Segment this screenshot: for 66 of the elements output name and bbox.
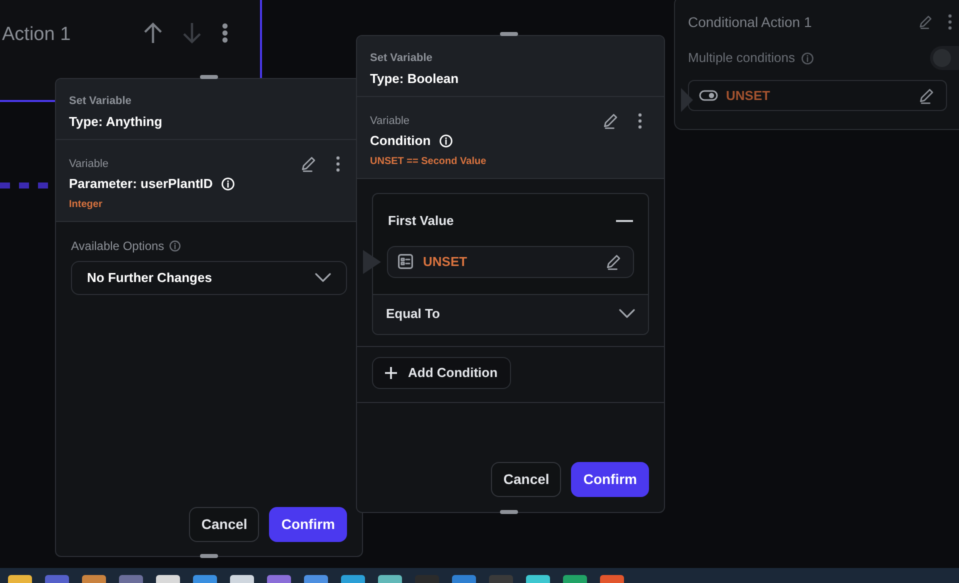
condition-value: UNSET	[726, 86, 770, 105]
taskbar-app-icon[interactable]	[378, 575, 402, 583]
taskbar-app-icon[interactable]	[600, 575, 624, 583]
first-value-field[interactable]: UNSET	[387, 246, 634, 278]
toggle-switch[interactable]	[930, 46, 959, 70]
operator-dropdown[interactable]: Equal To	[373, 294, 648, 334]
options-label: Available Options	[71, 238, 164, 255]
info-icon	[800, 52, 814, 64]
drag-handle[interactable]	[500, 510, 518, 514]
add-condition-button[interactable]: Add Condition	[372, 356, 511, 388]
more-icon[interactable]	[948, 14, 952, 30]
toggle-icon	[699, 90, 718, 101]
variable-name: Condition	[370, 132, 431, 150]
panel-heading: Set Variable	[370, 51, 432, 66]
multiple-conditions-label: Multiple conditions	[688, 49, 795, 68]
first-value-label: First Value	[388, 212, 454, 230]
taskbar-app-icon[interactable]	[45, 575, 69, 583]
taskbar-app-icon[interactable]	[119, 575, 143, 583]
drag-handle[interactable]	[200, 554, 218, 558]
panel-type: Type: Anything	[69, 112, 162, 131]
cancel-button[interactable]: Cancel	[491, 462, 562, 497]
edit-icon[interactable]	[605, 252, 623, 270]
edit-icon[interactable]	[300, 155, 318, 173]
node-title: Action 1	[2, 23, 71, 47]
first-value: UNSET	[423, 252, 468, 271]
plus-icon	[385, 366, 397, 378]
variable-label: Variable	[69, 156, 109, 172]
taskbar-app-icon[interactable]	[304, 575, 328, 583]
edit-icon[interactable]	[918, 86, 936, 104]
taskbar-app-icon[interactable]	[563, 575, 587, 583]
taskbar-app-icon[interactable]	[82, 575, 106, 583]
connector-arrow	[681, 88, 693, 112]
taskbar-app-icon[interactable]	[8, 575, 32, 583]
edit-icon[interactable]	[918, 14, 934, 30]
list-icon	[398, 254, 413, 269]
taskbar-app-icon[interactable]	[452, 575, 476, 583]
info-icon	[169, 240, 182, 252]
taskbar-app-icon[interactable]	[341, 575, 365, 583]
info-icon	[438, 134, 453, 148]
arrow-down-icon[interactable]	[181, 22, 203, 44]
variable-name: Parameter: userPlantID	[69, 175, 213, 193]
condition-expression: UNSET == Second Value	[370, 154, 486, 168]
options-dropdown[interactable]: No Further Changes	[71, 261, 347, 295]
chevron-down-icon[interactable]	[619, 309, 635, 319]
variable-label: Variable	[370, 114, 410, 129]
drag-handle[interactable]	[200, 75, 218, 79]
cancel-button[interactable]: Cancel	[189, 507, 260, 542]
confirm-button[interactable]: Confirm	[269, 507, 347, 542]
taskbar-app-icon[interactable]	[156, 575, 180, 583]
drag-handle[interactable]	[500, 32, 518, 36]
confirm-button[interactable]: Confirm	[571, 462, 649, 497]
panel-type: Type: Boolean	[370, 70, 459, 88]
card-title: Conditional Action 1	[688, 12, 812, 32]
more-icon[interactable]	[638, 113, 642, 129]
arrow-up-icon[interactable]	[142, 22, 164, 44]
more-icon[interactable]	[222, 23, 228, 43]
edit-icon[interactable]	[602, 112, 620, 130]
taskbar-app-icon[interactable]	[526, 575, 550, 583]
variable-type: Integer	[69, 198, 102, 212]
taskbar-app-icon[interactable]	[230, 575, 254, 583]
taskbar-app-icon[interactable]	[267, 575, 291, 583]
taskbar-app-icon[interactable]	[193, 575, 217, 583]
info-icon	[220, 176, 235, 191]
collapse-icon[interactable]	[616, 220, 633, 222]
more-icon[interactable]	[336, 156, 340, 172]
chevron-down-icon[interactable]	[315, 273, 331, 283]
